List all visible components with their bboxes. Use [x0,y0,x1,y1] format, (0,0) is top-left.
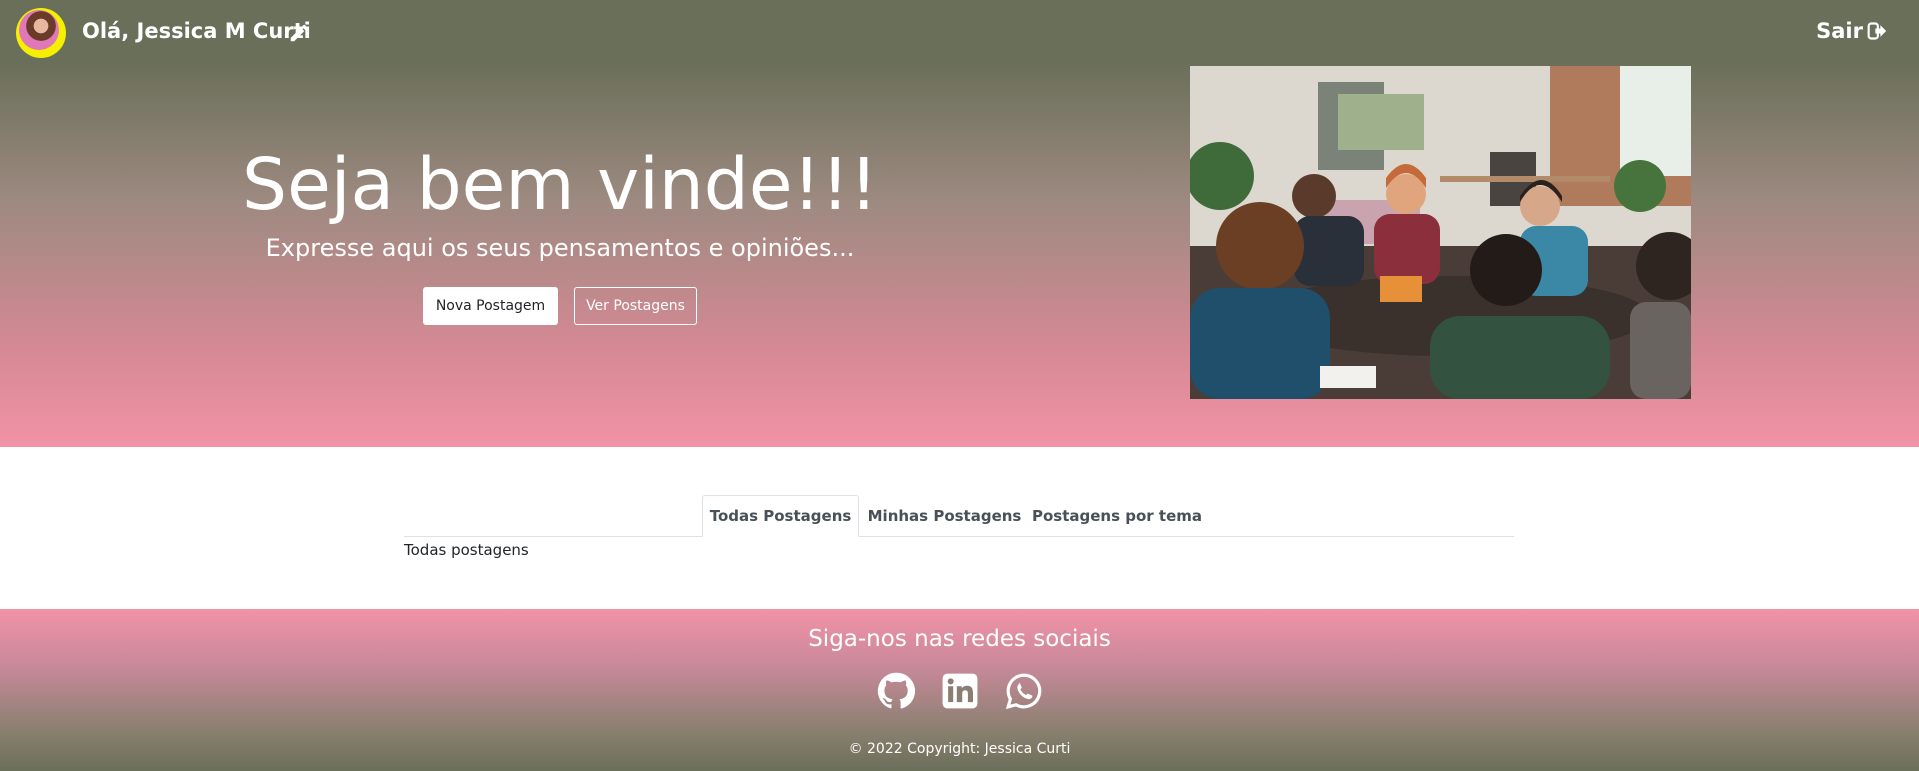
team-meeting-photo [1190,66,1691,399]
user-greeting: Olá, Jessica M Curti [82,19,311,43]
edit-profile-pencil-icon[interactable] [288,22,310,44]
tab-all-posts[interactable]: Todas Postagens [702,495,859,537]
logout-button[interactable]: Sair [1816,19,1887,43]
copyright-text: © 2022 Copyright: Jessica Curti [848,741,1071,757]
tab-posts-by-theme[interactable]: Postagens por tema [1032,495,1202,537]
hero-section: Olá, Jessica M Curti Sair Seja bem vinde… [0,0,1919,447]
logout-label: Sair [1816,19,1863,43]
new-post-button[interactable]: Nova Postagem [423,287,558,325]
top-navbar: Olá, Jessica M Curti Sair [0,0,1919,66]
github-icon[interactable] [877,672,915,710]
tab-my-posts[interactable]: Minhas Postagens [867,495,1022,537]
footer-title: Siga-nos nas redes sociais [808,626,1111,652]
welcome-title: Seja bem vinde!!! [242,143,878,226]
view-posts-button[interactable]: Ver Postagens [574,287,697,325]
team-meeting-illustration [1190,66,1691,399]
footer: Siga-nos nas redes sociais © 2022 Copyri… [0,609,1919,771]
post-tabs: Todas Postagens Minhas Postagens Postage… [404,495,1514,537]
linkedin-icon[interactable] [941,672,979,710]
welcome-subtitle: Expresse aqui os seus pensamentos e opin… [265,234,855,262]
avatar-photo [19,10,59,50]
whatsapp-icon[interactable] [1005,672,1043,710]
tab-panel-content: Todas postagens [404,541,529,559]
avatar[interactable] [16,8,66,58]
sign-out-icon [1867,22,1887,40]
